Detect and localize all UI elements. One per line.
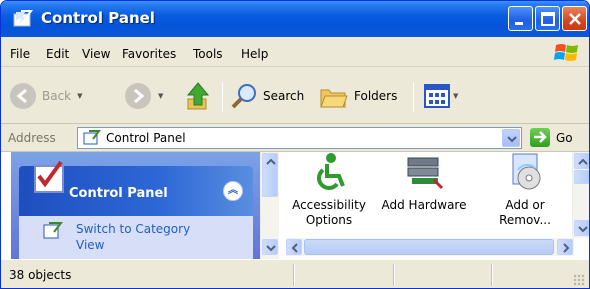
folders-button[interactable]: Folders bbox=[319, 82, 397, 110]
chevron-up-icon: ︽ bbox=[228, 185, 238, 196]
chevron-down-icon bbox=[266, 245, 276, 252]
item-add-remove-programs[interactable]: Add or Remov... bbox=[481, 152, 569, 228]
status-divider bbox=[393, 264, 395, 286]
back-button[interactable]: Back ▼ bbox=[9, 82, 83, 110]
menu-tools[interactable]: Tools bbox=[193, 47, 223, 61]
scroll-left-button[interactable] bbox=[286, 239, 302, 255]
item-label-line-1: Accessibility bbox=[292, 198, 366, 212]
item-label-line-2: Remov... bbox=[499, 213, 551, 227]
minimize-button[interactable] bbox=[508, 6, 533, 31]
close-button[interactable] bbox=[562, 6, 587, 31]
add-hardware-icon bbox=[407, 157, 444, 190]
address-input[interactable]: Control Panel bbox=[77, 127, 522, 149]
scroll-down-button[interactable] bbox=[574, 220, 589, 236]
views-dropdown-icon[interactable]: ▼ bbox=[453, 92, 458, 100]
chevron-down-icon bbox=[578, 226, 588, 233]
menu-favorites[interactable]: Favorites bbox=[122, 47, 176, 61]
folders-label: Folders bbox=[354, 89, 398, 103]
forward-button[interactable]: ▼ bbox=[124, 82, 163, 110]
views-button[interactable]: ▼ bbox=[423, 82, 458, 110]
task-pane-title: Control Panel bbox=[69, 186, 168, 201]
scroll-thumb[interactable] bbox=[304, 239, 554, 255]
maximize-icon bbox=[541, 12, 555, 26]
forward-dropdown-icon[interactable]: ▼ bbox=[158, 92, 163, 100]
item-label-line-2: Options bbox=[305, 213, 353, 227]
status-divider bbox=[491, 264, 493, 286]
menu-file[interactable]: File bbox=[10, 47, 30, 61]
minimize-icon bbox=[515, 22, 523, 25]
back-arrow-icon bbox=[10, 83, 36, 109]
item-label-line-1: Add Hardware bbox=[381, 198, 467, 212]
scroll-thumb[interactable] bbox=[262, 167, 278, 197]
status-bar: 38 objects bbox=[1, 259, 589, 288]
back-dropdown-icon[interactable]: ▼ bbox=[77, 92, 82, 100]
back-label: Back bbox=[42, 89, 72, 103]
menu-view[interactable]: View bbox=[82, 47, 110, 61]
chevron-right-icon bbox=[563, 243, 570, 253]
maximize-button[interactable] bbox=[535, 6, 560, 31]
scroll-up-button[interactable] bbox=[574, 153, 589, 169]
switch-to-category-view-link[interactable]: Switch to Category View bbox=[76, 221, 190, 253]
collapse-button[interactable]: ︽ bbox=[223, 181, 243, 201]
add-remove-programs-icon bbox=[512, 153, 541, 190]
content-vertical-scrollbar[interactable] bbox=[572, 152, 589, 238]
item-add-hardware[interactable]: Add Hardware bbox=[376, 152, 472, 213]
up-folder-icon bbox=[186, 82, 210, 110]
folders-icon bbox=[320, 89, 348, 108]
address-label: Address bbox=[8, 131, 56, 145]
content-horizontal-scrollbar[interactable] bbox=[286, 238, 574, 256]
address-dropdown-button[interactable] bbox=[502, 129, 520, 147]
link-line-2: View bbox=[76, 238, 105, 252]
chevron-up-icon bbox=[578, 158, 588, 165]
views-icon bbox=[424, 84, 450, 108]
resize-grip[interactable] bbox=[573, 274, 585, 286]
windows-logo-icon bbox=[554, 44, 578, 61]
address-value: Control Panel bbox=[106, 131, 186, 145]
item-label-line-1: Add or bbox=[505, 198, 545, 212]
scroll-thumb[interactable] bbox=[574, 170, 589, 184]
go-label[interactable]: Go bbox=[556, 131, 573, 145]
item-accessibility-options[interactable]: Accessibility Options bbox=[287, 152, 371, 228]
address-bar: Address Control Panel Go bbox=[1, 124, 589, 152]
up-folder-button[interactable] bbox=[184, 81, 214, 111]
search-icon bbox=[231, 84, 256, 109]
explorer-window: Control Panel File Edit View Favorites T… bbox=[0, 0, 590, 289]
title-bar[interactable]: Control Panel bbox=[1, 1, 589, 37]
link-line-1: Switch to Category bbox=[76, 222, 191, 236]
menu-edit[interactable]: Edit bbox=[46, 47, 69, 61]
control-panel-icon bbox=[13, 10, 33, 27]
control-panel-icon bbox=[83, 130, 101, 145]
task-pane: Control Panel ︽ Switch to Category View bbox=[11, 152, 260, 259]
go-button[interactable] bbox=[530, 128, 550, 147]
chevron-left-icon bbox=[291, 243, 298, 253]
close-icon bbox=[569, 13, 581, 25]
go-arrow-icon bbox=[534, 131, 547, 143]
menu-bar: File Edit View Favorites Tools Help bbox=[1, 37, 589, 67]
accessibility-icon bbox=[317, 153, 345, 190]
search-label: Search bbox=[263, 89, 305, 103]
forward-arrow-icon bbox=[125, 83, 151, 109]
standard-toolbar: Back ▼ ▼ Search Folders ▼ bbox=[1, 68, 589, 124]
chevron-down-icon bbox=[507, 136, 517, 143]
status-object-count: 38 objects bbox=[9, 268, 72, 282]
status-divider bbox=[293, 264, 295, 286]
toolbar-separator bbox=[222, 82, 223, 112]
task-pane-body: Switch to Category View bbox=[19, 216, 253, 259]
control-panel-icon bbox=[34, 160, 64, 193]
scroll-down-button[interactable] bbox=[262, 239, 278, 255]
scroll-right-button[interactable] bbox=[557, 239, 573, 255]
window-title: Control Panel bbox=[41, 9, 155, 27]
task-pane-scrollbar[interactable] bbox=[260, 152, 279, 259]
menu-help[interactable]: Help bbox=[241, 47, 268, 61]
toolbar-separator bbox=[413, 82, 414, 112]
search-button[interactable]: Search bbox=[230, 82, 304, 110]
switch-view-icon bbox=[43, 222, 63, 239]
